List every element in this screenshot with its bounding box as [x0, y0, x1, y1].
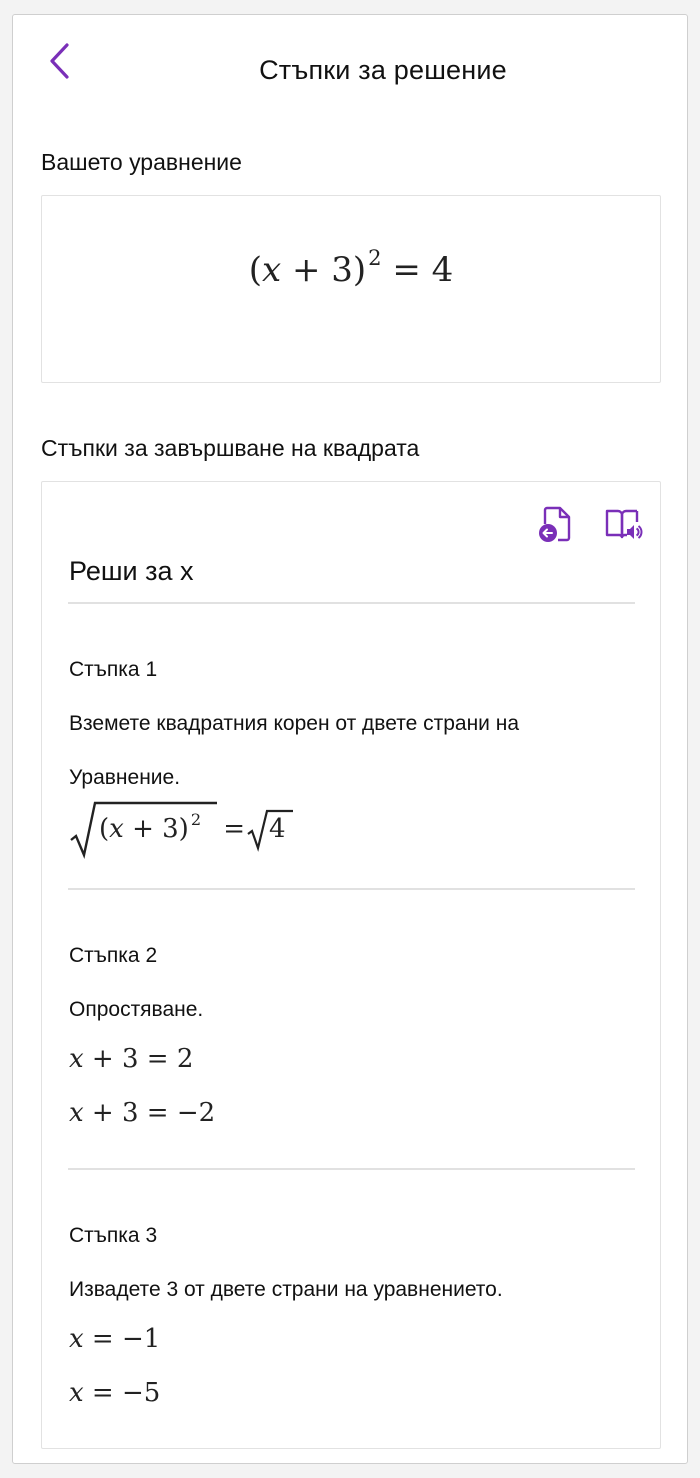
input-equation: (x + 3)2 = 4	[248, 245, 454, 290]
step-2-text: Опростяване.	[69, 998, 204, 1021]
page-title: Стъпки за решение	[259, 55, 507, 85]
insert-to-page-icon	[539, 506, 571, 542]
step-2-label: Стъпка 2	[69, 944, 158, 967]
step-3-equation-1: x = −1	[69, 1324, 161, 1354]
step-3-equation-2: x = −5	[69, 1378, 161, 1408]
equation-card: (x + 3)2 = 4	[41, 195, 661, 383]
immersive-reader-button[interactable]	[603, 504, 643, 544]
step-3-text: Извадете 3 от двете страни на уравнениет…	[69, 1278, 503, 1301]
steps-card: Реши за x Стъпка 1 Вземете квадратния ко…	[41, 481, 661, 1449]
step-1-equation: (x + 3) 2 = 4	[69, 800, 389, 862]
divider	[68, 602, 635, 604]
equation-section-heading: Вашето уравнение	[41, 149, 242, 175]
immersive-reader-icon	[605, 509, 643, 539]
divider	[68, 888, 635, 890]
back-button[interactable]	[41, 41, 77, 81]
step-1-text-line1: Вземете квадратния корен от двете страни…	[69, 712, 520, 735]
step-1-text-line2: Уравнение.	[69, 766, 181, 789]
math-assistant-panel: Стъпки за решение Вашето уравнение (x + …	[12, 14, 688, 1464]
step-3-label: Стъпка 3	[69, 1224, 158, 1247]
step-2-equation-2: x + 3 = −2	[69, 1098, 216, 1128]
insert-to-page-button[interactable]	[534, 504, 574, 544]
step-2-equation-1: x + 3 = 2	[69, 1044, 194, 1074]
app-frame: Стъпки за решение Вашето уравнение (x + …	[0, 0, 700, 1478]
solve-title: Реши за x	[69, 556, 194, 586]
chevron-left-icon	[50, 43, 69, 79]
divider	[68, 1168, 635, 1170]
steps-section-heading: Стъпки за завършване на квадрата	[41, 435, 420, 461]
step-1-label: Стъпка 1	[69, 658, 158, 681]
